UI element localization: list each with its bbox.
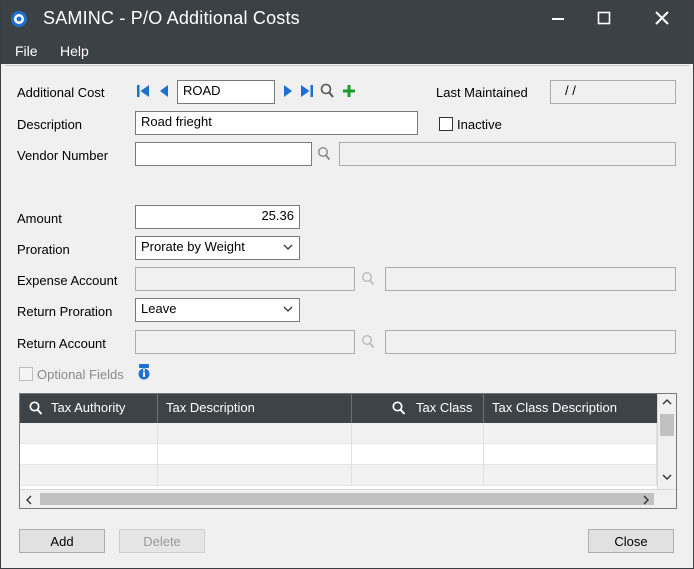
maximize-button[interactable]: [581, 1, 627, 35]
proration-label: Proration: [17, 242, 70, 257]
proration-value: Prorate by Weight: [141, 239, 245, 254]
vendor-name-field: [339, 142, 676, 166]
amount-label: Amount: [17, 211, 62, 226]
menu-bar: File Help: [1, 37, 693, 64]
return-proration-select[interactable]: Leave: [135, 298, 300, 322]
additional-cost-input[interactable]: ROAD: [177, 80, 275, 104]
vendor-finder-icon[interactable]: [317, 146, 331, 162]
additional-costs-window: SAMINC - P/O Additional Costs File Help …: [0, 0, 694, 569]
column-tax-class-description[interactable]: Tax Class Description: [484, 394, 657, 423]
last-maintained-field: / /: [550, 80, 676, 104]
chevron-up-icon[interactable]: [662, 398, 672, 406]
close-button[interactable]: Close: [588, 529, 674, 553]
new-record-icon[interactable]: [342, 83, 356, 99]
previous-record-icon[interactable]: [158, 83, 169, 99]
cell-tax-class-description[interactable]: [484, 423, 657, 444]
last-record-icon[interactable]: [300, 83, 314, 99]
chevron-down-icon: [283, 244, 293, 250]
horizontal-scroll-thumb[interactable]: [40, 493, 654, 505]
table-row[interactable]: [20, 423, 657, 444]
return-account-description: [385, 330, 676, 354]
vertical-scrollbar[interactable]: [657, 394, 676, 489]
optional-fields-info-icon[interactable]: [137, 363, 151, 381]
tax-grid-header: Tax Authority Tax Description Tax Class …: [20, 394, 657, 423]
close-icon: [655, 11, 669, 25]
cell-tax-authority[interactable]: [20, 465, 158, 486]
chevron-right-icon[interactable]: [642, 495, 650, 505]
vendor-number-input[interactable]: [135, 142, 312, 166]
gear-icon: [11, 11, 27, 27]
column-tax-description[interactable]: Tax Description: [158, 394, 352, 423]
column-header-label: Tax Class: [416, 400, 473, 415]
expense-account-finder-icon: [361, 271, 375, 286]
description-label: Description: [17, 117, 83, 132]
vendor-number-label: Vendor Number: [17, 148, 109, 163]
inactive-label: Inactive: [457, 117, 502, 132]
cell-tax-description[interactable]: [158, 423, 352, 444]
return-account-label: Return Account: [17, 336, 106, 351]
form-area: Additional Cost ROAD Last Maintained / /…: [5, 65, 689, 565]
cell-tax-class[interactable]: [352, 465, 484, 486]
return-account-finder-icon: [361, 334, 375, 349]
return-proration-value: Leave: [141, 301, 177, 316]
chevron-left-icon[interactable]: [25, 495, 33, 505]
expense-account-input: [135, 267, 355, 291]
additional-cost-label: Additional Cost: [17, 85, 105, 100]
vertical-scroll-thumb[interactable]: [660, 414, 674, 436]
table-row[interactable]: [20, 465, 657, 486]
delete-button: Delete: [119, 529, 205, 553]
column-tax-class[interactable]: Tax Class: [352, 394, 484, 423]
minimize-icon: [552, 18, 564, 20]
window-title: SAMINC - P/O Additional Costs: [43, 8, 300, 28]
column-header-label: Tax Authority: [51, 400, 126, 415]
add-button[interactable]: Add: [19, 529, 105, 553]
tax-grid[interactable]: Tax Authority Tax Description Tax Class …: [19, 393, 677, 509]
description-input[interactable]: Road frieght: [135, 111, 418, 135]
finder-icon[interactable]: [320, 83, 335, 99]
cell-tax-class[interactable]: [352, 423, 484, 444]
return-account-input: [135, 330, 355, 354]
column-header-label: Tax Class Description: [492, 400, 617, 415]
chevron-down-icon[interactable]: [662, 473, 672, 481]
expense-account-label: Expense Account: [17, 273, 118, 288]
next-record-icon[interactable]: [283, 83, 294, 99]
chevron-down-icon: [283, 306, 293, 312]
inactive-checkbox[interactable]: [439, 117, 453, 131]
optional-fields-checkbox: [19, 367, 33, 381]
column-header-label: Tax Description: [166, 400, 255, 415]
cell-tax-authority[interactable]: [20, 444, 158, 465]
search-icon[interactable]: [392, 401, 406, 416]
menu-file[interactable]: File: [15, 43, 38, 59]
horizontal-scrollbar[interactable]: [20, 489, 676, 508]
search-icon[interactable]: [29, 401, 43, 416]
proration-select[interactable]: Prorate by Weight: [135, 236, 300, 260]
minimize-button[interactable]: [535, 1, 581, 35]
column-tax-authority[interactable]: Tax Authority: [20, 394, 158, 423]
close-window-button[interactable]: [639, 1, 685, 35]
cell-tax-class[interactable]: [352, 444, 484, 465]
menu-help[interactable]: Help: [60, 43, 89, 59]
cell-tax-description[interactable]: [158, 444, 352, 465]
last-maintained-label: Last Maintained: [436, 85, 528, 100]
optional-fields-label: Optional Fields: [37, 367, 124, 382]
expense-account-description: [385, 267, 676, 291]
amount-input[interactable]: 25.36: [135, 205, 300, 229]
cell-tax-class-description[interactable]: [484, 444, 657, 465]
first-record-icon[interactable]: [136, 83, 150, 99]
return-proration-label: Return Proration: [17, 304, 113, 319]
title-bar[interactable]: SAMINC - P/O Additional Costs: [1, 1, 693, 37]
table-row[interactable]: [20, 444, 657, 465]
cell-tax-class-description[interactable]: [484, 465, 657, 486]
cell-tax-authority[interactable]: [20, 423, 158, 444]
maximize-icon: [597, 11, 611, 25]
cell-tax-description[interactable]: [158, 465, 352, 486]
